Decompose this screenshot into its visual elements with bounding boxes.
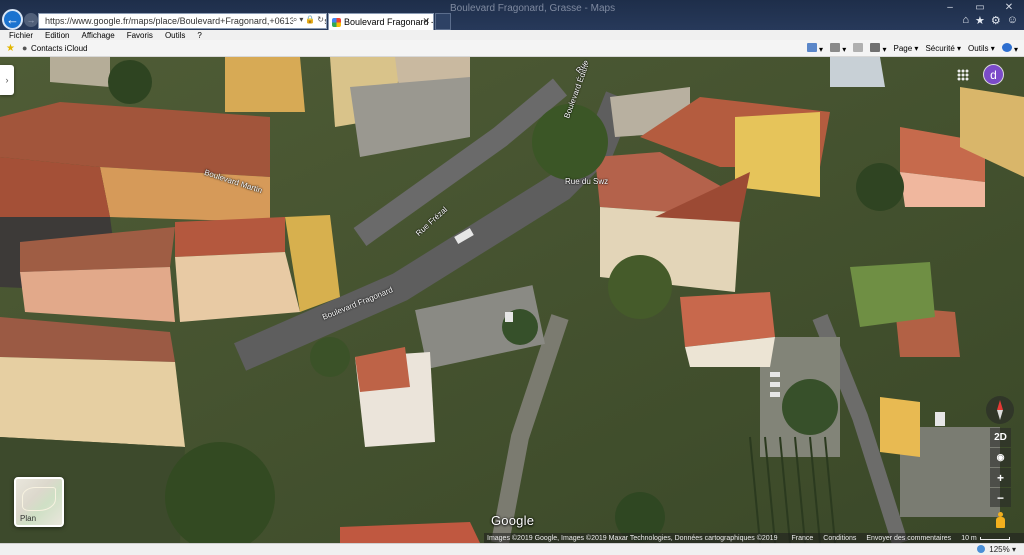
zoom-icon (977, 545, 986, 553)
feeds-button[interactable]: ▾ (830, 43, 846, 54)
mail-button[interactable] (853, 43, 864, 54)
browser-titlebar: Boulevard Fragonard, Grasse - Maps – ▭ ✕… (0, 0, 1024, 30)
close-window-button[interactable]: ✕ (994, 0, 1024, 14)
page-menu-label: Page (893, 44, 913, 53)
zoom-in-button[interactable]: + (990, 468, 1011, 487)
help-menu[interactable]: ▾ (1001, 43, 1018, 54)
avatar-letter: d (990, 67, 997, 82)
security-menu[interactable]: Sécurité ▾ (925, 44, 961, 53)
plus-icon: + (996, 470, 1004, 485)
terms-link[interactable]: Conditions (823, 535, 856, 542)
pegman-icon[interactable] (994, 512, 1007, 528)
street-label-swz: Rue du Swz (565, 177, 609, 186)
dropdown-icon[interactable]: ▾ (299, 15, 303, 25)
google-apps-icon[interactable] (957, 69, 969, 81)
print-button[interactable]: ▾ (870, 43, 887, 54)
help-icon (1001, 43, 1012, 52)
window-title: Boulevard Fragonard, Grasse - Maps (450, 3, 616, 14)
feedback-link[interactable]: Envoyer des commentaires (866, 535, 951, 542)
mail-icon (853, 43, 864, 52)
rss-icon (830, 43, 840, 52)
command-bar: ★ ● Contacts iCloud ▾ ▾ ▾ Page ▾ Sécurit… (0, 40, 1024, 57)
maximize-button[interactable]: ▭ (965, 0, 995, 14)
page-menu[interactable]: Page ▾ (894, 44, 919, 53)
menu-fichier[interactable]: Fichier (9, 31, 33, 40)
scale-label[interactable]: 10 m (961, 535, 977, 542)
favorites-star-icon[interactable]: ★ (975, 14, 985, 27)
map-3d-view[interactable]: Boulevard Fragonard Boulevard Martin Rue… (0, 57, 1024, 543)
view-2d-toggle[interactable]: 2D (990, 428, 1011, 447)
new-tab-button[interactable] (435, 13, 451, 30)
attribution-bar: Images ©2019 Google, Images ©2019 Maxar … (484, 533, 1024, 543)
address-actions: ⌕ ▾ 🔒 ↻ (292, 15, 324, 25)
location-button[interactable]: ◉ (990, 448, 1011, 467)
google-favicon-icon (332, 17, 341, 27)
menu-affichage[interactable]: Affichage (81, 31, 114, 40)
country-link[interactable]: France (791, 535, 813, 542)
aerial-imagery (0, 57, 1024, 543)
zoom-out-button[interactable]: − (990, 488, 1011, 507)
home-page-button[interactable]: ▾ (806, 43, 823, 54)
tools-menu-label: Outils (968, 44, 989, 53)
zoom-value: 125% (989, 545, 1010, 554)
address-bar[interactable]: https://www.google.fr/maps/place/Bouleva… (38, 13, 327, 29)
arrow-right-icon: → (26, 15, 36, 25)
tools-menu[interactable]: Outils ▾ (968, 44, 995, 53)
printer-icon (870, 43, 881, 52)
map-type-plan-toggle[interactable]: Plan (14, 477, 64, 527)
address-url: https://www.google.fr/maps/place/Bouleva… (45, 16, 326, 26)
favorites-icon[interactable]: ★ (6, 43, 15, 54)
minimize-button[interactable]: – (935, 0, 965, 14)
status-bar: 125% ▾ (0, 543, 1024, 555)
settings-gear-icon[interactable]: ⚙ (991, 14, 1001, 27)
menu-bar: Fichier Edition Affichage Favoris Outils… (0, 30, 1024, 40)
plan-label: Plan (20, 514, 37, 523)
menu-help[interactable]: ? (197, 31, 201, 40)
security-menu-label: Sécurité (925, 44, 955, 53)
favorites-link-icloud[interactable]: Contacts iCloud (31, 44, 87, 53)
chevron-right-icon: › (5, 75, 9, 85)
arrow-left-icon: ← (6, 12, 19, 27)
account-avatar[interactable]: d (983, 64, 1004, 85)
tab-google-maps[interactable]: Boulevard Fragonard - Goo... ✕ (328, 13, 434, 30)
lock-icon[interactable]: 🔒 (305, 15, 315, 25)
compass-icon[interactable] (986, 396, 1014, 424)
zoom-level[interactable]: 125% ▾ (977, 545, 1016, 554)
smiley-feedback-icon[interactable]: ☺ (1007, 14, 1018, 27)
apple-icon: ● (22, 43, 28, 53)
my-location-icon: ◉ (996, 452, 1005, 462)
search-icon[interactable]: ⌕ (293, 15, 297, 25)
home-icon[interactable]: ⌂ (962, 14, 969, 27)
view-2d-label: 2D (994, 432, 1007, 443)
command-bar-items: ▾ ▾ ▾ Page ▾ Sécurité ▾ Outils ▾ ▾ (806, 43, 1018, 54)
browser-right-icons: ⌂ ★ ⚙ ☺ (962, 14, 1018, 27)
tab-title: Boulevard Fragonard - Goo... (344, 17, 434, 27)
imagery-credits: Images ©2019 Google, Images ©2019 Maxar … (487, 534, 778, 542)
home-page-icon (806, 43, 817, 52)
scale-bar (979, 536, 1010, 540)
menu-edition[interactable]: Edition (45, 31, 69, 40)
close-tab-icon[interactable]: ✕ (422, 16, 430, 27)
minus-icon: − (996, 490, 1004, 505)
forward-button[interactable]: → (24, 13, 38, 27)
menu-favoris[interactable]: Favoris (127, 31, 153, 40)
side-panel-toggle[interactable]: › (0, 65, 14, 95)
menu-outils[interactable]: Outils (165, 31, 185, 40)
refresh-icon[interactable]: ↻ (317, 15, 324, 25)
google-logo: Google (491, 513, 535, 528)
back-button[interactable]: ← (2, 9, 23, 30)
